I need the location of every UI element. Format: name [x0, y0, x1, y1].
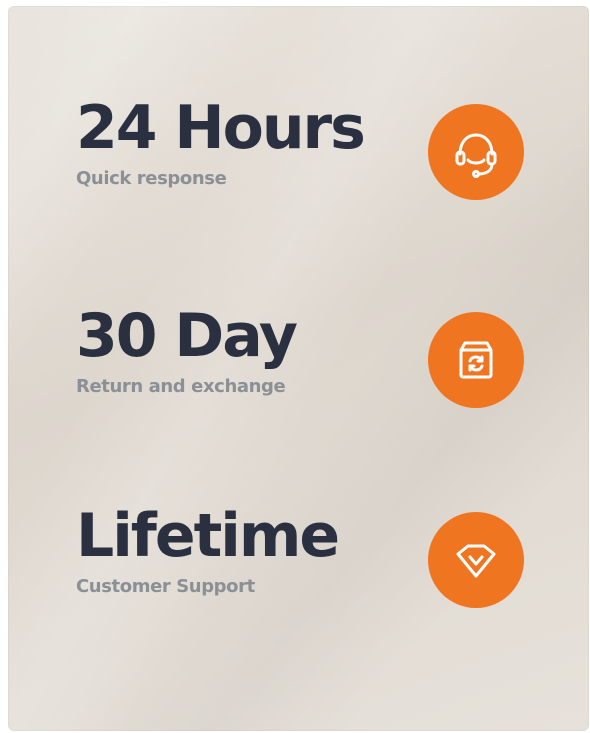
feature-quick-response: 24 Hours Quick response [8, 98, 589, 208]
feature-subtitle: Return and exchange [76, 376, 286, 397]
features-card: 24 Hours Quick response 30 Day Return an… [8, 6, 589, 731]
feature-title: 24 Hours [76, 93, 366, 163]
feature-customer-support: Lifetime Customer Support [8, 506, 589, 616]
headset-icon [428, 104, 524, 200]
feature-title: 30 Day [76, 301, 298, 371]
feature-subtitle: Quick response [76, 168, 227, 189]
diamond-icon [428, 512, 524, 608]
box-refresh-icon [428, 312, 524, 408]
feature-subtitle: Customer Support [76, 576, 255, 597]
feature-return-exchange: 30 Day Return and exchange [8, 306, 589, 416]
feature-title: Lifetime [76, 501, 340, 571]
